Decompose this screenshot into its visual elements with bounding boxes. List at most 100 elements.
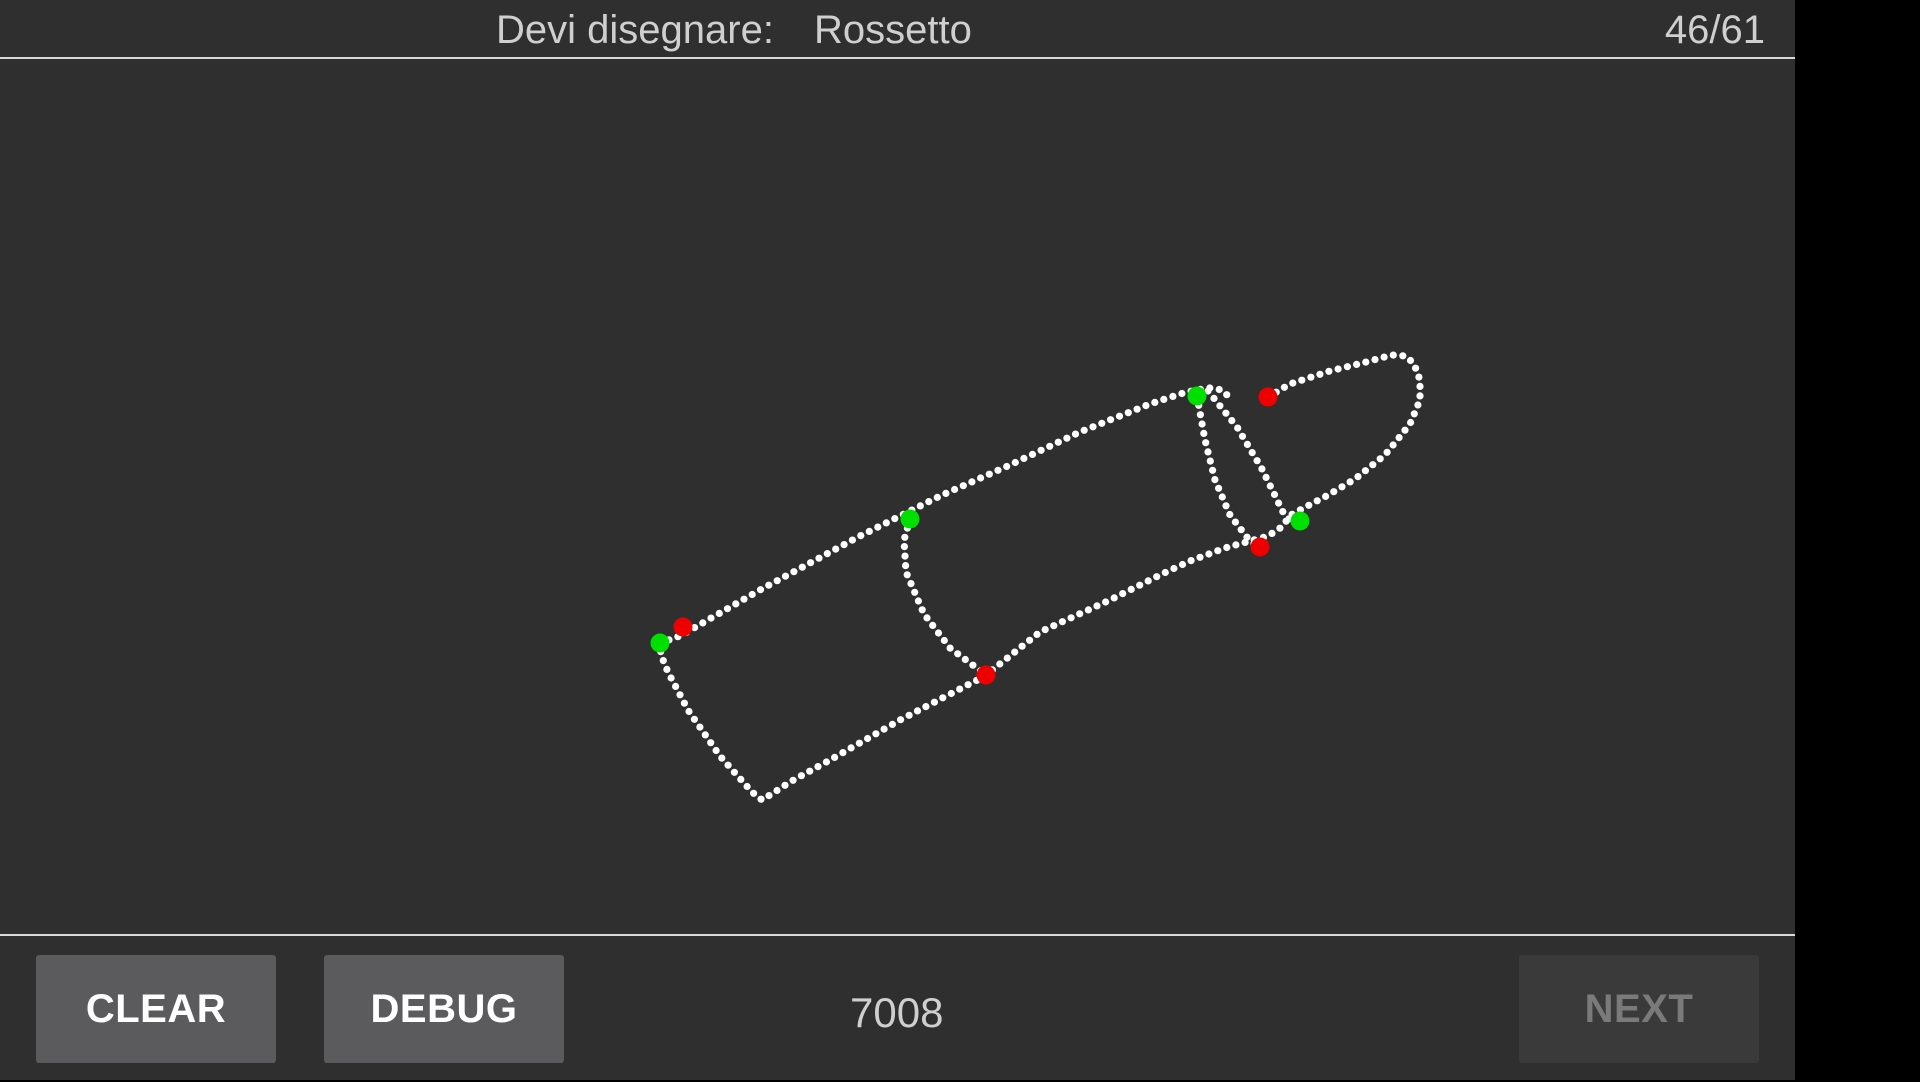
stroke-dot xyxy=(901,552,909,560)
stroke-dot xyxy=(699,619,707,627)
stroke-dot xyxy=(1280,383,1288,391)
stroke-dot xyxy=(1063,434,1071,442)
stroke-dot xyxy=(1115,412,1124,420)
stroke-dot xyxy=(882,519,890,527)
stroke-dot xyxy=(1361,467,1369,475)
stroke-dot xyxy=(907,580,915,588)
stroke-dot xyxy=(897,716,905,724)
stroke-dot xyxy=(1248,449,1256,457)
stroke-dot xyxy=(1187,557,1195,565)
stroke-dot xyxy=(1050,622,1058,630)
header-bar: Devi disegnare: Rossetto 46/61 xyxy=(0,0,1795,59)
stroke-dot xyxy=(1020,454,1028,462)
stroke-dot xyxy=(831,753,839,762)
stroke-dot xyxy=(964,681,972,689)
stroke-dot xyxy=(905,711,913,719)
stroke-dot xyxy=(925,498,933,506)
stroke-dot xyxy=(743,782,751,791)
stroke-dot xyxy=(723,605,732,613)
stroke-dot xyxy=(1127,585,1135,594)
stroke-dot xyxy=(685,707,693,716)
stroke-dot xyxy=(1018,642,1026,650)
drawing-canvas[interactable] xyxy=(0,59,1795,934)
stroke-dot xyxy=(659,657,667,665)
stroke-dot xyxy=(922,703,930,711)
stroke-dot xyxy=(1107,416,1115,424)
stroke-6 xyxy=(1204,387,1293,523)
stroke-dot xyxy=(1196,553,1204,561)
stroke-dot xyxy=(1215,484,1223,492)
prompt-label: Devi disegnare: xyxy=(496,8,774,52)
stroke-dot xyxy=(923,614,931,622)
stroke-dot xyxy=(929,621,937,630)
stroke-dot xyxy=(1142,402,1150,410)
stroke-dot xyxy=(934,629,943,637)
stroke-dot xyxy=(1376,455,1384,463)
stroke-dot xyxy=(798,563,806,571)
stroke-dot xyxy=(1058,618,1066,626)
stroke-dot xyxy=(737,775,745,784)
stroke-dot xyxy=(712,746,720,755)
stroke-dot xyxy=(773,786,781,795)
stroke-dot xyxy=(1161,568,1169,577)
stroke-dot xyxy=(1406,356,1415,365)
stroke-dot xyxy=(1371,356,1379,364)
stroke-dot xyxy=(946,644,954,652)
stroke-dot xyxy=(865,527,873,535)
stroke-dot xyxy=(1383,448,1391,456)
score-value: 7008 xyxy=(850,989,944,1036)
stroke-dot xyxy=(750,789,758,797)
stroke-dot xyxy=(823,550,831,558)
stroke-dot xyxy=(1325,367,1333,375)
next-button[interactable]: NEXT xyxy=(1519,955,1759,1063)
stroke-dot xyxy=(765,792,773,800)
stroke-dot xyxy=(707,739,715,747)
stroke-dot xyxy=(1222,502,1230,510)
drawing-surface[interactable] xyxy=(0,59,1795,934)
stroke-dot xyxy=(1380,353,1388,361)
stroke-dot xyxy=(1003,654,1011,662)
stroke-dot xyxy=(940,636,948,645)
stroke-dot xyxy=(1215,385,1223,394)
stroke-dot xyxy=(740,595,748,603)
stroke-dot xyxy=(1313,497,1321,505)
debug-button[interactable]: DEBUG xyxy=(324,955,564,1063)
stroke-dot xyxy=(797,772,806,780)
stroke-dot xyxy=(930,698,939,706)
stroke-dot xyxy=(956,685,964,693)
stroke-dot xyxy=(1238,432,1247,440)
stroke-dot xyxy=(1196,411,1204,419)
stroke-start-marker xyxy=(1187,386,1207,406)
stroke-dot xyxy=(1222,409,1230,417)
stroke-dot xyxy=(1270,490,1279,499)
stroke-dot xyxy=(1228,417,1236,425)
stroke-dot xyxy=(1041,626,1049,634)
stroke-dot xyxy=(1289,379,1297,387)
stroke-3 xyxy=(657,648,989,803)
stroke-dot xyxy=(1410,410,1418,418)
stroke-dot xyxy=(900,543,909,551)
stroke-dot xyxy=(718,754,726,762)
stroke-dot xyxy=(1407,418,1415,427)
stroke-dot xyxy=(961,655,969,664)
stroke-dot xyxy=(1279,508,1287,516)
stroke-dot xyxy=(1110,594,1118,602)
stroke-dot xyxy=(701,731,709,739)
stroke-dot xyxy=(1399,352,1407,360)
stroke-dot xyxy=(781,572,790,580)
stroke-dot xyxy=(1389,441,1397,449)
stroke-dot xyxy=(1119,590,1127,598)
stroke-dot xyxy=(874,523,882,531)
stroke-dot xyxy=(1170,564,1178,573)
stroke-dot xyxy=(1200,429,1208,437)
stroke-dot xyxy=(1416,382,1424,390)
stroke-dot xyxy=(933,493,941,501)
stroke-end-marker xyxy=(1258,387,1278,407)
clear-button[interactable]: CLEAR xyxy=(36,955,276,1063)
stroke-dot xyxy=(1026,636,1034,644)
stroke-dot xyxy=(1160,395,1168,403)
stroke-end-marker xyxy=(1250,537,1270,557)
stroke-dot xyxy=(789,776,797,784)
stroke-dot xyxy=(1037,446,1045,454)
stroke-dot xyxy=(857,532,865,540)
